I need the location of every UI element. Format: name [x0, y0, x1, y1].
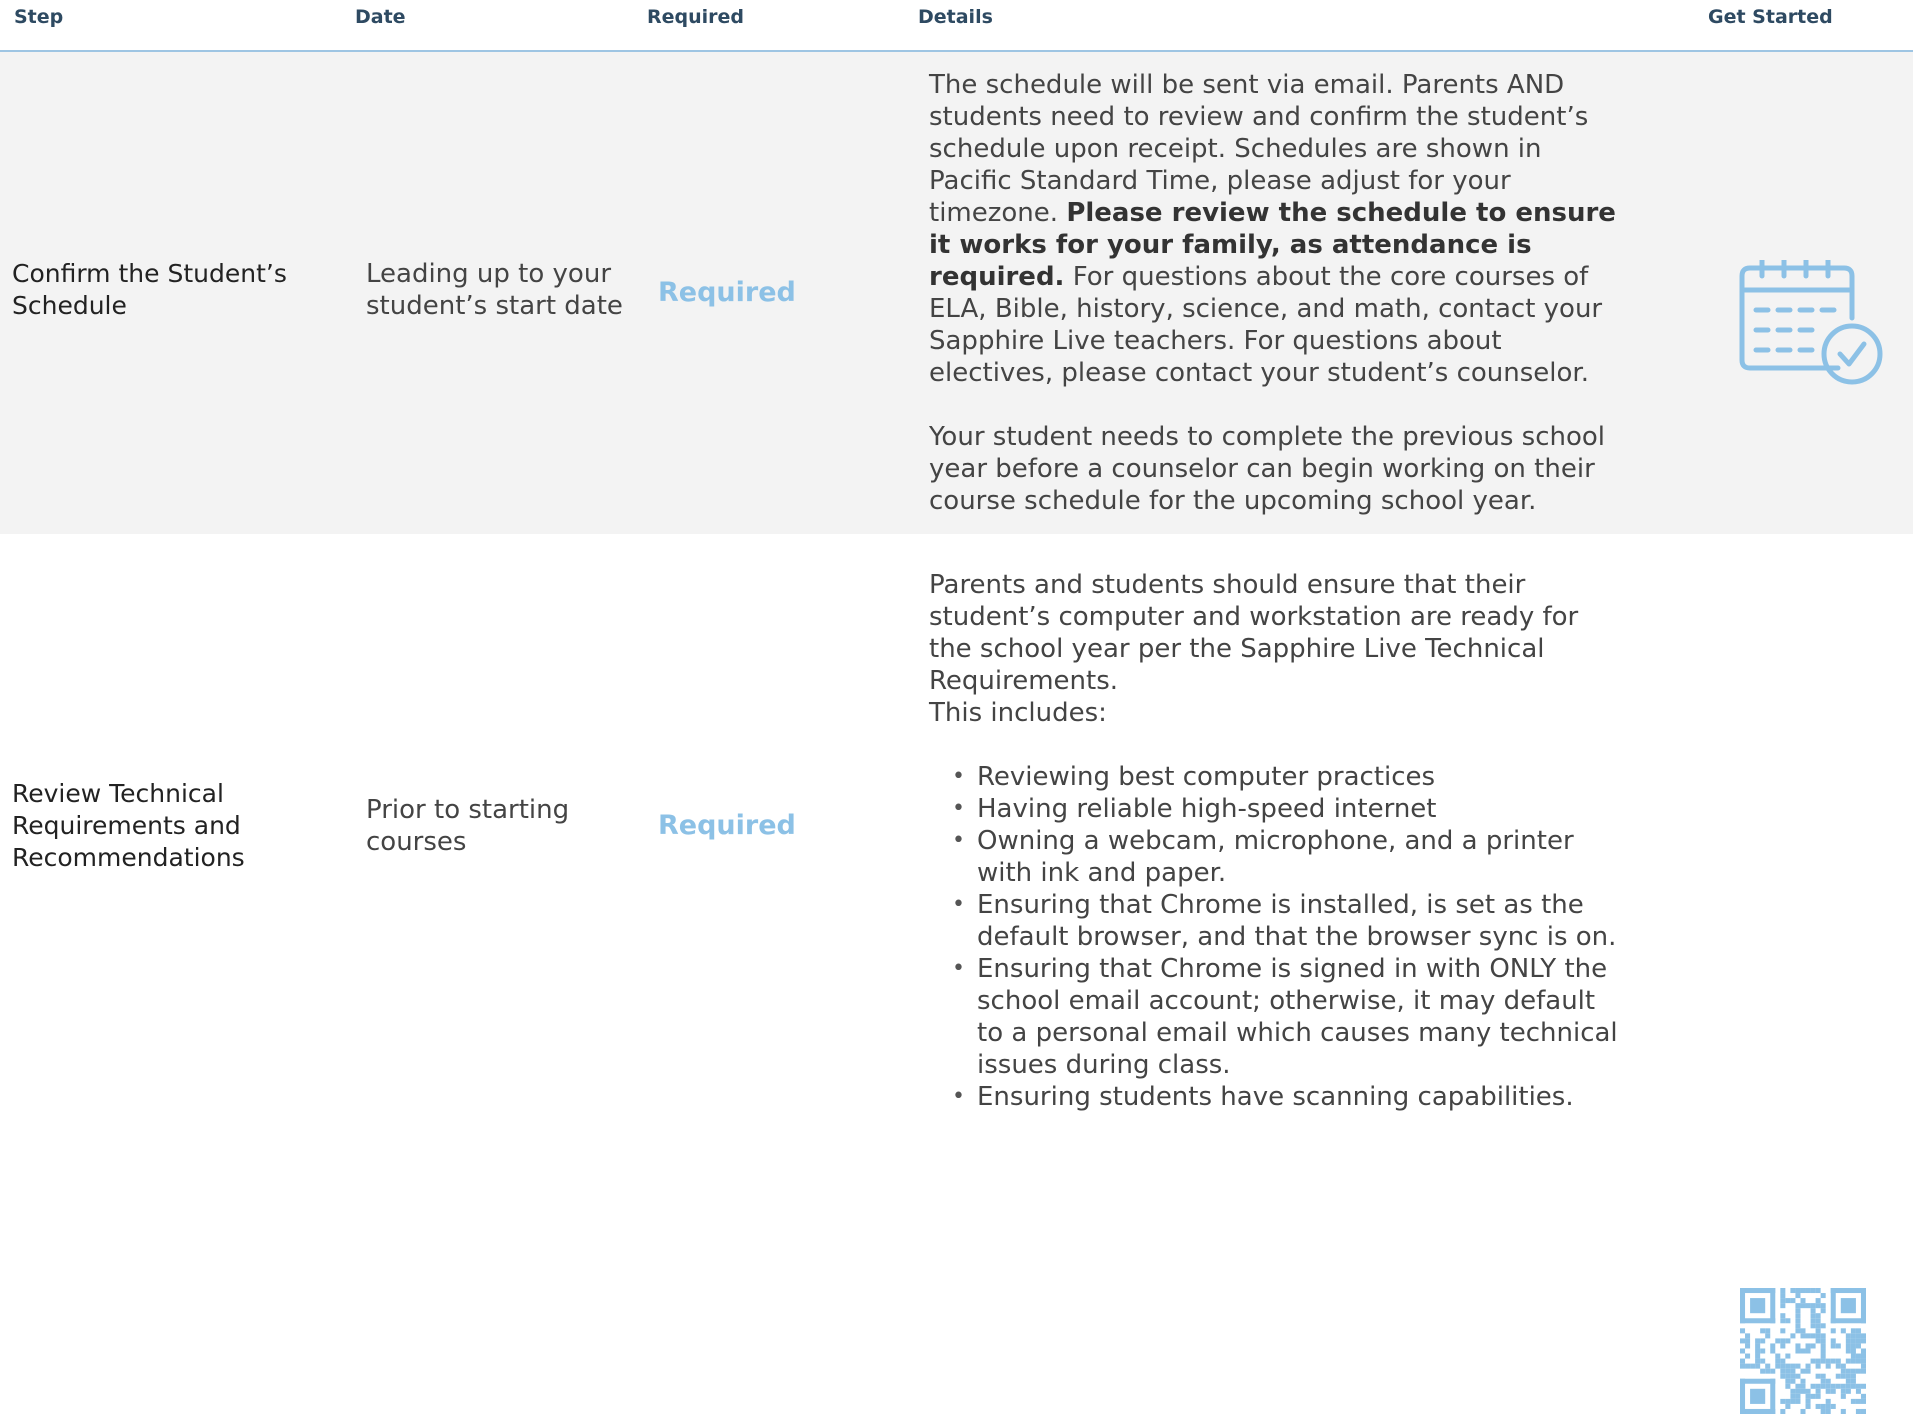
qr-code-icon[interactable]	[1740, 1288, 1866, 1419]
header-details: Details	[918, 6, 993, 28]
details-paragraph: The schedule will be sent via email. Par…	[929, 69, 1629, 389]
details-paragraph: Your student needs to complete the previ…	[929, 422, 1605, 516]
header-required: Required	[647, 6, 745, 28]
calendar-check-icon[interactable]	[1738, 257, 1884, 399]
list-item: Reviewing best computer practices	[929, 761, 1629, 793]
requirements-list: Reviewing best computer practices Having…	[929, 761, 1629, 1113]
required-badge: Required	[658, 810, 796, 841]
list-item: Ensuring that Chrome is signed in with O…	[929, 953, 1629, 1081]
list-item: Ensuring that Chrome is installed, is se…	[929, 889, 1629, 953]
step-title: Review Technical Requirements and Recomm…	[12, 779, 245, 872]
header-step: Step	[14, 6, 64, 28]
table-header: Step Date Required Details Get Started	[0, 0, 1913, 52]
step-details: The schedule will be sent via email. Par…	[929, 69, 1629, 517]
header-date: Date	[355, 6, 406, 28]
step-details: Parents and students should ensure that …	[929, 569, 1629, 1113]
header-get-started: Get Started	[1708, 6, 1833, 28]
step-date: Leading up to your student’s start date	[366, 259, 623, 321]
step-title: Confirm the Student’s Schedule	[12, 259, 287, 320]
list-item: Owning a webcam, microphone, and a print…	[929, 825, 1629, 889]
list-item: Ensuring students have scanning capabili…	[929, 1081, 1629, 1113]
step-date: Prior to starting courses	[366, 795, 570, 857]
table-row: Review Technical Requirements and Recomm…	[0, 534, 1913, 1414]
details-paragraph: Parents and students should ensure that …	[929, 570, 1579, 696]
list-item: Having reliable high-speed internet	[929, 793, 1629, 825]
required-badge: Required	[658, 277, 796, 308]
table-row: Confirm the Student’s Schedule Leading u…	[0, 52, 1913, 534]
details-paragraph: This includes:	[929, 698, 1107, 728]
